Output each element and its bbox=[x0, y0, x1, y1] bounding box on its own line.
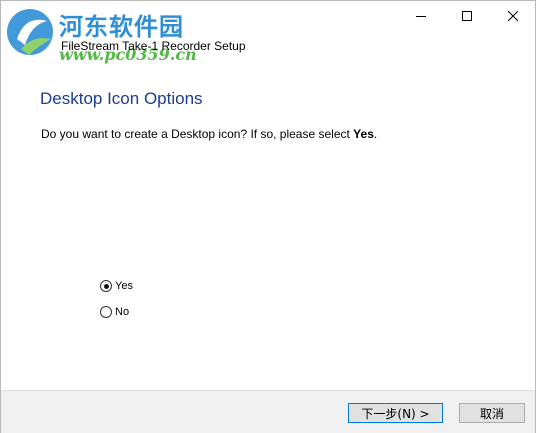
radio-no-label[interactable]: No bbox=[115, 306, 129, 318]
radio-option-no[interactable]: No bbox=[100, 306, 129, 318]
minimize-button[interactable] bbox=[398, 1, 444, 31]
close-icon bbox=[507, 10, 518, 21]
page-heading: Desktop Icon Options bbox=[40, 89, 203, 108]
description-text: Do you want to create a Desktop icon? If… bbox=[41, 127, 354, 141]
radio-no-indicator[interactable] bbox=[100, 306, 112, 318]
watermark-logo: 河东软件园 www.pc0359.cn bbox=[1, 1, 201, 71]
button-bar: 下一步(N) > 取消 bbox=[1, 390, 535, 433]
watermark-swirl-icon bbox=[7, 9, 53, 55]
window-title: FileStream Take-1 Recorder Setup bbox=[61, 39, 246, 53]
description-suffix: . bbox=[373, 127, 378, 141]
radio-yes-label[interactable]: Yes bbox=[115, 280, 133, 292]
watermark-title: 河东软件园 bbox=[59, 12, 184, 41]
cancel-button[interactable]: 取消 bbox=[459, 403, 525, 423]
next-button[interactable]: 下一步(N) > bbox=[348, 403, 443, 423]
radio-yes-indicator[interactable] bbox=[100, 280, 112, 292]
maximize-button[interactable] bbox=[444, 1, 490, 31]
minimize-icon bbox=[415, 15, 426, 17]
maximize-icon bbox=[461, 10, 472, 21]
setup-window: 河东软件园 www.pc0359.cn FileStream Take-1 Re… bbox=[0, 0, 536, 433]
page-description: Do you want to create a Desktop icon? If… bbox=[41, 127, 377, 141]
description-bold: Yes bbox=[353, 127, 374, 141]
close-button[interactable] bbox=[490, 1, 536, 31]
radio-option-yes[interactable]: Yes bbox=[100, 280, 133, 292]
